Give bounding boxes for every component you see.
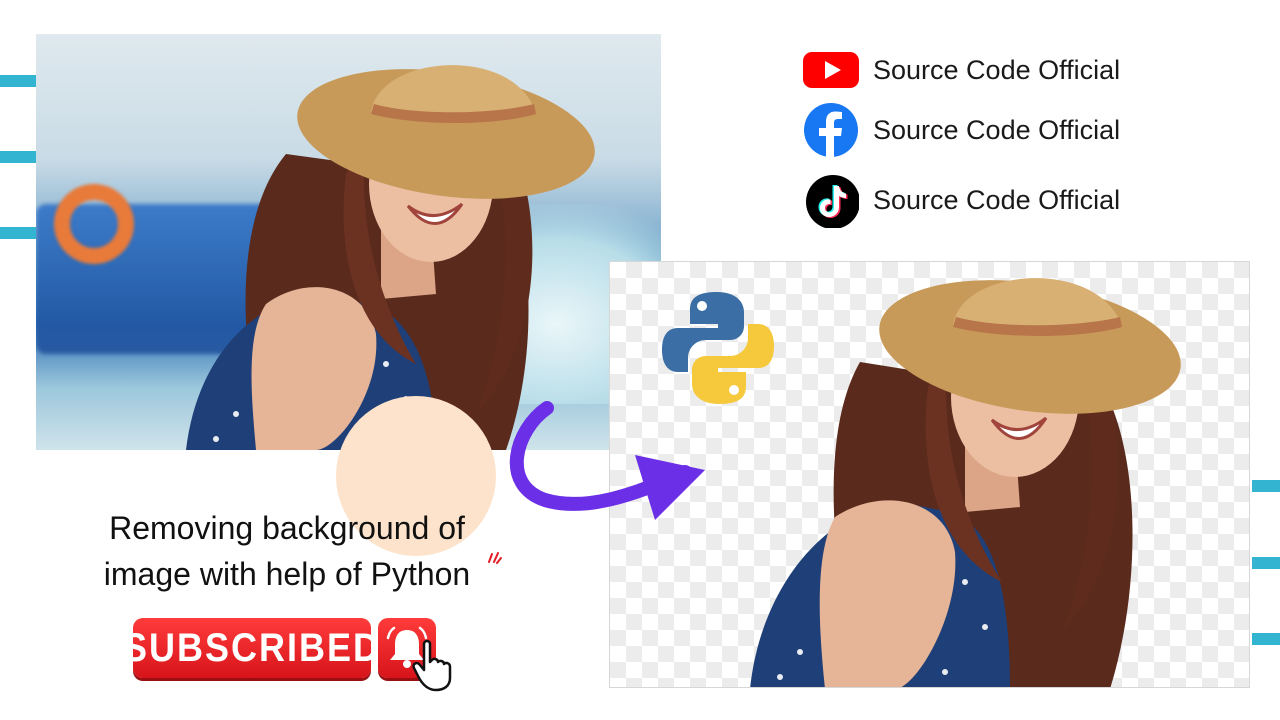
subscribe-label: SUBSCRIBED	[122, 624, 382, 670]
social-row-youtube[interactable]: Source Code Official	[803, 42, 1120, 98]
caption-line-1: Removing background of	[109, 510, 465, 546]
tiktok-icon	[803, 172, 859, 228]
social-label: Source Code Official	[873, 184, 1121, 215]
decorative-dash	[0, 75, 36, 87]
youtube-icon	[803, 42, 859, 98]
decorative-dash	[0, 227, 36, 239]
original-photo	[36, 34, 661, 450]
caption: Removing background of image with help o…	[50, 505, 524, 597]
decorative-dash	[0, 151, 36, 163]
social-row-tiktok[interactable]: Source Code Official	[803, 172, 1120, 228]
woman-figure	[186, 65, 595, 450]
social-label: Source Code Official	[873, 54, 1121, 85]
sparkle-icon	[488, 552, 502, 564]
facebook-icon	[803, 102, 859, 158]
python-logo-icon	[660, 290, 776, 406]
decorative-dash	[1252, 557, 1280, 569]
caption-line-2: image with help of Python	[103, 556, 471, 592]
subscribe-button[interactable]: SUBSCRIBED	[123, 618, 379, 678]
decorative-dash	[1252, 480, 1280, 492]
social-label: Source Code Official	[873, 114, 1121, 145]
social-row-facebook[interactable]: Source Code Official	[803, 102, 1120, 158]
curved-arrow-icon	[509, 401, 705, 520]
hand-cursor-icon	[412, 639, 452, 692]
decorative-dash	[1252, 633, 1280, 645]
